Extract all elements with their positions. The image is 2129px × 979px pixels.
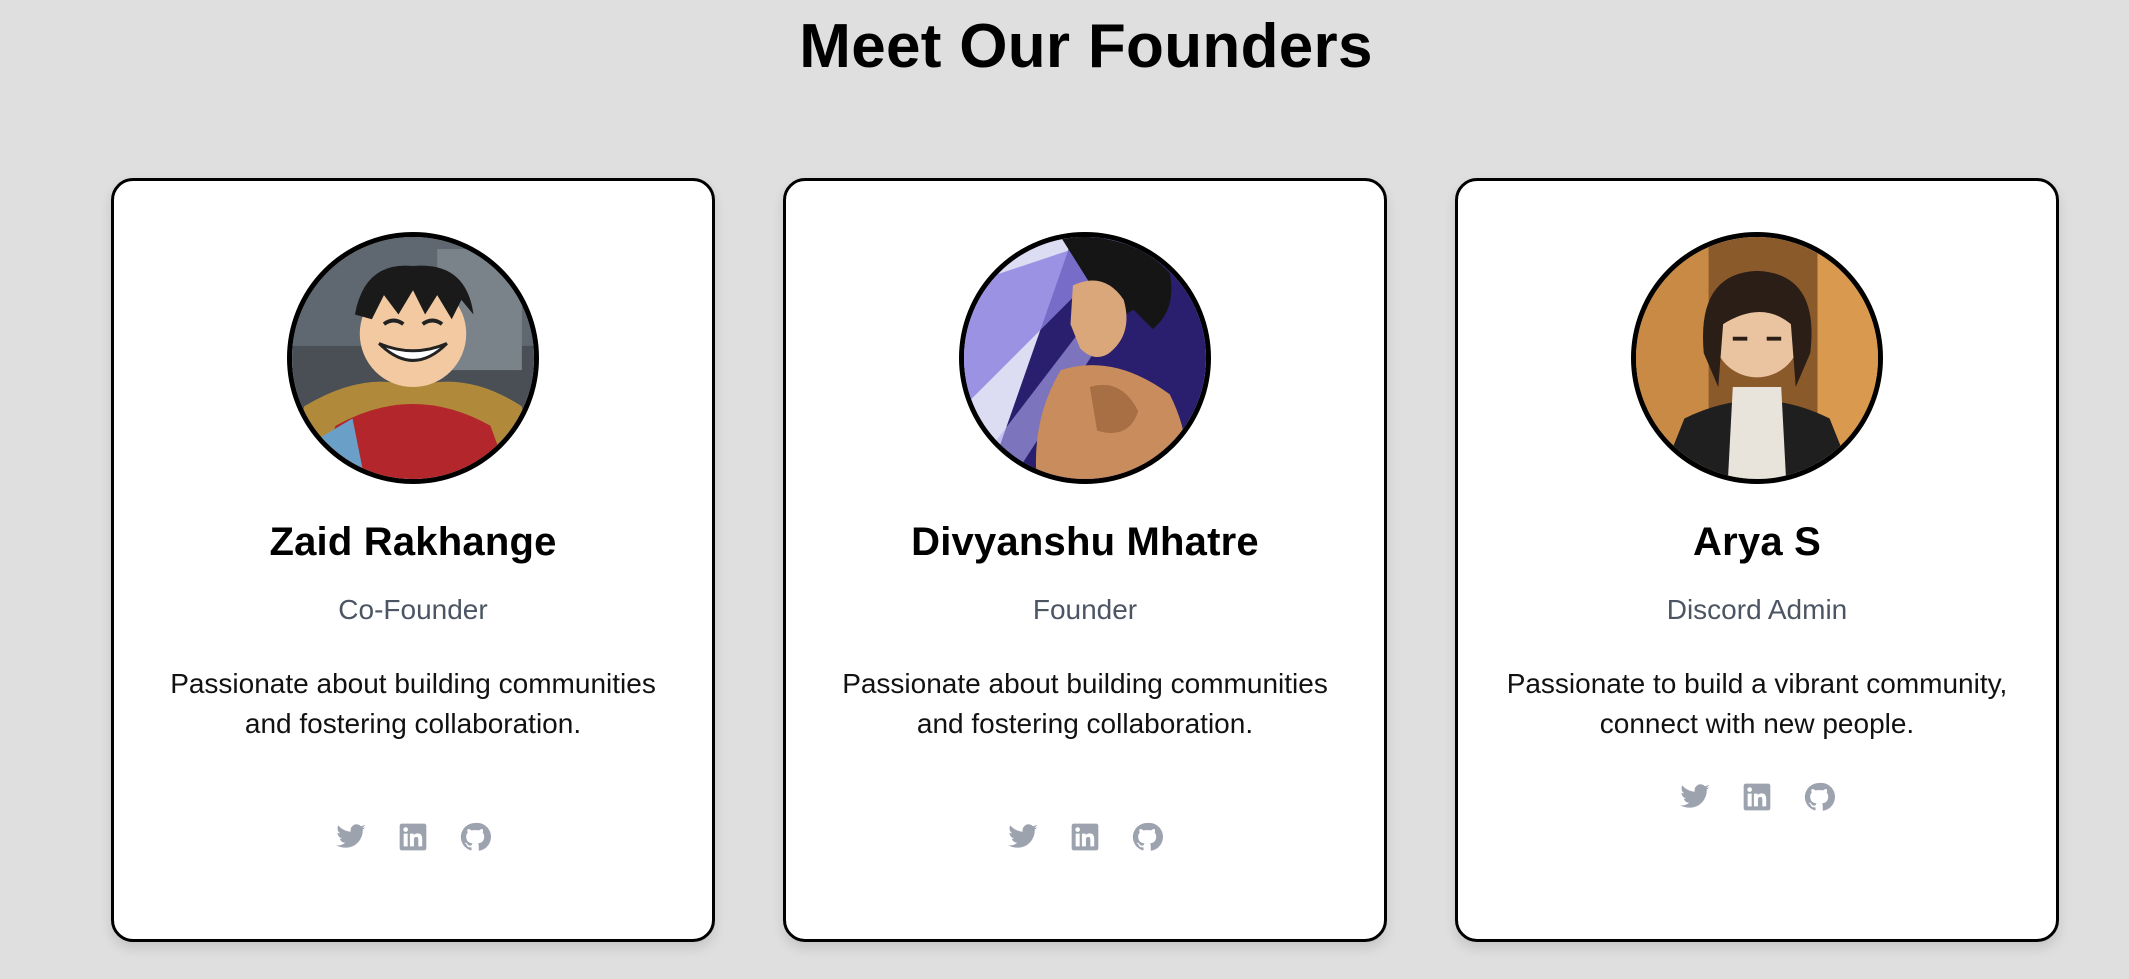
linkedin-icon[interactable] bbox=[397, 821, 429, 853]
github-icon[interactable] bbox=[459, 821, 491, 853]
founder-name: Arya S bbox=[1693, 520, 1821, 564]
social-links bbox=[1458, 781, 2056, 813]
founder-card: Divyanshu Mhatre Founder Passionate abou… bbox=[783, 178, 1387, 942]
page-title: Meet Our Founders bbox=[799, 12, 1373, 81]
linkedin-icon[interactable] bbox=[1069, 821, 1101, 853]
github-icon[interactable] bbox=[1131, 821, 1163, 853]
twitter-icon[interactable] bbox=[1007, 821, 1039, 853]
founder-bio: Passionate to build a vibrant community,… bbox=[1506, 668, 2008, 739]
avatar-anime-dark-hair-icon bbox=[1636, 237, 1878, 479]
founder-bio: Passionate about building communities an… bbox=[170, 668, 656, 739]
founder-card: Zaid Rakhange Co-Founder Passionate abou… bbox=[111, 178, 715, 942]
avatar bbox=[287, 232, 539, 484]
avatar-anime-straw-hat-icon bbox=[292, 237, 534, 479]
twitter-icon[interactable] bbox=[1679, 781, 1711, 813]
founder-role: Co-Founder bbox=[338, 594, 488, 625]
founder-name: Zaid Rakhange bbox=[269, 520, 557, 564]
founder-role: Founder bbox=[1032, 594, 1138, 625]
github-icon[interactable] bbox=[1803, 781, 1835, 813]
founder-role: Discord Admin bbox=[1666, 594, 1848, 625]
founders-page: Meet Our Founders Zaid Rakhange Co-Found… bbox=[0, 0, 2129, 979]
social-links bbox=[114, 821, 712, 853]
avatar-anime-warrior-icon bbox=[964, 237, 1206, 479]
avatar bbox=[959, 232, 1211, 484]
founder-name: Divyanshu Mhatre bbox=[911, 520, 1259, 564]
linkedin-icon[interactable] bbox=[1741, 781, 1773, 813]
avatar bbox=[1631, 232, 1883, 484]
social-links bbox=[786, 821, 1384, 853]
founder-bio: Passionate about building communities an… bbox=[842, 668, 1328, 739]
twitter-icon[interactable] bbox=[335, 821, 367, 853]
founder-card: Arya S Discord Admin Passionate to build… bbox=[1455, 178, 2059, 942]
heading-container: Meet Our Founders bbox=[0, 6, 2129, 88]
